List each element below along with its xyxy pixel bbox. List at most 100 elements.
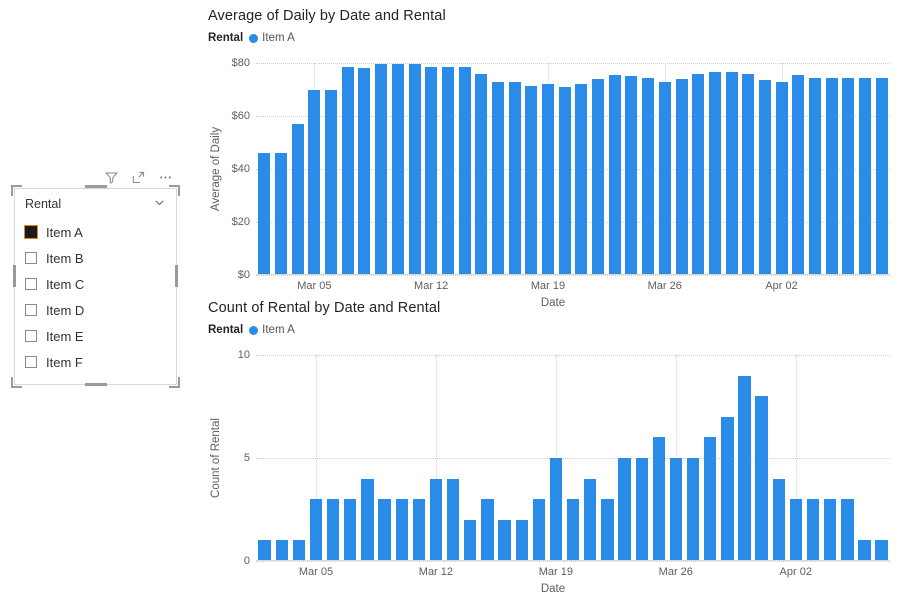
focus-mode-icon[interactable] (131, 170, 146, 185)
bar[interactable] (375, 64, 388, 275)
bar[interactable] (558, 86, 571, 275)
bar[interactable] (498, 519, 511, 561)
bar[interactable] (652, 437, 665, 561)
count-of-rental-chart[interactable]: Count of Rental by Date and Rental Renta… (208, 300, 898, 595)
bar[interactable] (464, 519, 477, 561)
legend-item[interactable]: Item A (249, 324, 295, 336)
bar[interactable] (775, 81, 788, 275)
bar[interactable] (391, 64, 404, 275)
bar[interactable] (742, 73, 755, 275)
bar[interactable] (515, 519, 528, 561)
bar[interactable] (618, 458, 631, 561)
bar[interactable] (635, 458, 648, 561)
bar[interactable] (669, 458, 683, 561)
bar[interactable] (675, 78, 688, 275)
bar[interactable] (341, 66, 354, 275)
bar[interactable] (525, 85, 538, 275)
bar[interactable] (584, 478, 597, 561)
average-of-daily-chart[interactable]: Average of Daily by Date and Rental Rent… (208, 8, 898, 309)
bar[interactable] (412, 499, 425, 561)
bar[interactable] (825, 77, 838, 275)
bar[interactable] (378, 499, 391, 561)
bar[interactable] (508, 81, 521, 275)
bar[interactable] (491, 81, 504, 275)
bar[interactable] (429, 478, 443, 561)
bar[interactable] (824, 499, 837, 561)
rental-slicer-visual[interactable]: Rental Item A Item B Item C Item D Item E Ite… (11, 166, 180, 388)
bar[interactable] (858, 540, 871, 561)
chevron-down-icon[interactable] (153, 196, 166, 212)
bar[interactable] (601, 499, 614, 561)
slicer-item-item-b[interactable]: Item B (25, 245, 166, 271)
bar[interactable] (358, 68, 371, 275)
bar[interactable] (458, 66, 471, 275)
bar[interactable] (542, 84, 555, 275)
bar[interactable] (258, 153, 271, 275)
bar[interactable] (608, 74, 621, 275)
more-options-icon[interactable] (158, 170, 173, 185)
checkbox-icon[interactable] (24, 225, 38, 239)
bar[interactable] (446, 478, 460, 561)
checkbox-icon[interactable] (25, 278, 37, 290)
bar[interactable] (309, 499, 323, 561)
selection-handle-bottom-left[interactable] (11, 377, 22, 388)
selection-handle-left[interactable] (13, 264, 16, 287)
bar[interactable] (859, 77, 872, 275)
checkbox-icon[interactable] (25, 252, 37, 264)
bar[interactable] (292, 540, 306, 561)
selection-handle-bottom[interactable] (84, 383, 107, 386)
bar[interactable] (326, 499, 340, 561)
bar[interactable] (772, 478, 785, 561)
bar[interactable] (258, 540, 271, 561)
selection-handle-right[interactable] (175, 264, 178, 287)
bar[interactable] (549, 458, 563, 561)
bar[interactable] (361, 478, 374, 561)
bar[interactable] (721, 416, 734, 561)
slicer-item-item-f[interactable]: Item F (25, 349, 166, 375)
bar[interactable] (642, 77, 655, 275)
bar[interactable] (792, 74, 805, 275)
slicer-header[interactable]: Rental (25, 196, 166, 212)
bar[interactable] (875, 540, 888, 561)
filter-icon[interactable] (104, 170, 119, 185)
bar[interactable] (704, 437, 717, 561)
slicer-item-item-a[interactable]: Item A (24, 219, 166, 245)
bar[interactable] (842, 77, 855, 275)
bar[interactable] (875, 77, 888, 275)
bar[interactable] (344, 499, 357, 561)
bar[interactable] (755, 396, 768, 561)
selection-handle-top-left[interactable] (11, 185, 22, 196)
bar[interactable] (475, 73, 488, 275)
bar[interactable] (708, 72, 721, 275)
slicer-item-item-d[interactable]: Item D (25, 297, 166, 323)
bar[interactable] (738, 375, 751, 561)
bar[interactable] (275, 540, 288, 561)
bar[interactable] (725, 72, 738, 275)
bar[interactable] (566, 499, 580, 561)
bar[interactable] (408, 64, 421, 275)
bar[interactable] (481, 499, 494, 561)
bar[interactable] (425, 66, 438, 275)
legend-item[interactable]: Item A (249, 32, 295, 44)
bar[interactable] (275, 153, 288, 275)
checkbox-icon[interactable] (25, 356, 37, 368)
bar[interactable] (325, 89, 338, 275)
selection-handle-top[interactable] (84, 185, 107, 188)
selection-handle-bottom-right[interactable] (169, 377, 180, 388)
bar[interactable] (308, 89, 321, 275)
checkbox-icon[interactable] (25, 304, 37, 316)
bar[interactable] (806, 499, 820, 561)
bar[interactable] (692, 73, 705, 275)
bar[interactable] (592, 78, 605, 275)
selection-handle-top-right[interactable] (169, 185, 180, 196)
bar[interactable] (291, 123, 304, 275)
bar[interactable] (532, 499, 545, 561)
slicer-item-item-c[interactable]: Item C (25, 271, 166, 297)
bar[interactable] (789, 499, 803, 561)
bar[interactable] (841, 499, 854, 561)
bar[interactable] (658, 81, 671, 275)
bar[interactable] (686, 458, 700, 561)
bar[interactable] (625, 76, 638, 275)
checkbox-icon[interactable] (25, 330, 37, 342)
slicer-item-item-e[interactable]: Item E (25, 323, 166, 349)
